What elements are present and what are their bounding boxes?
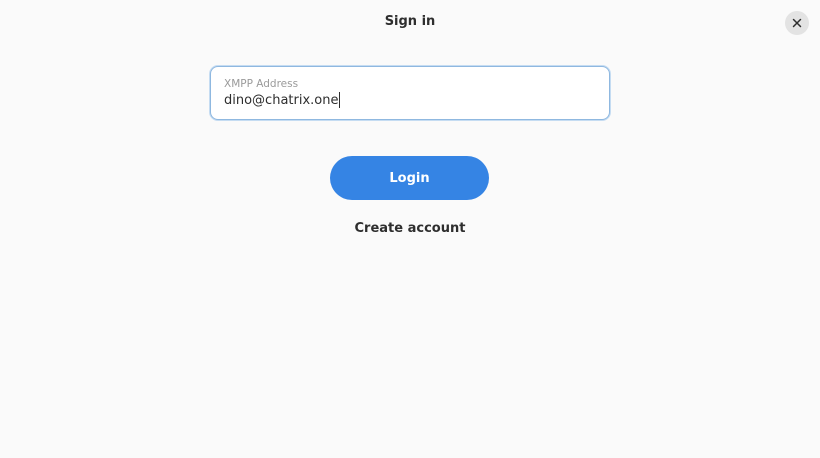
- xmpp-address-input[interactable]: dino@chatrix.one: [224, 92, 341, 108]
- text-caret: [339, 92, 341, 108]
- xmpp-address-field[interactable]: XMPP Address dino@chatrix.one: [210, 66, 610, 120]
- titlebar: Sign in: [0, 0, 820, 44]
- create-account-button[interactable]: Create account: [0, 221, 820, 236]
- window-title: Sign in: [384, 14, 436, 29]
- sign-in-dialog: Sign in XMPP Address dino@chatrix.one Lo…: [0, 0, 820, 458]
- close-button[interactable]: [785, 11, 809, 35]
- close-icon: [792, 18, 802, 28]
- xmpp-address-value: dino@chatrix.one: [224, 92, 339, 108]
- login-button[interactable]: Login: [330, 156, 489, 200]
- xmpp-address-label: XMPP Address: [224, 78, 299, 90]
